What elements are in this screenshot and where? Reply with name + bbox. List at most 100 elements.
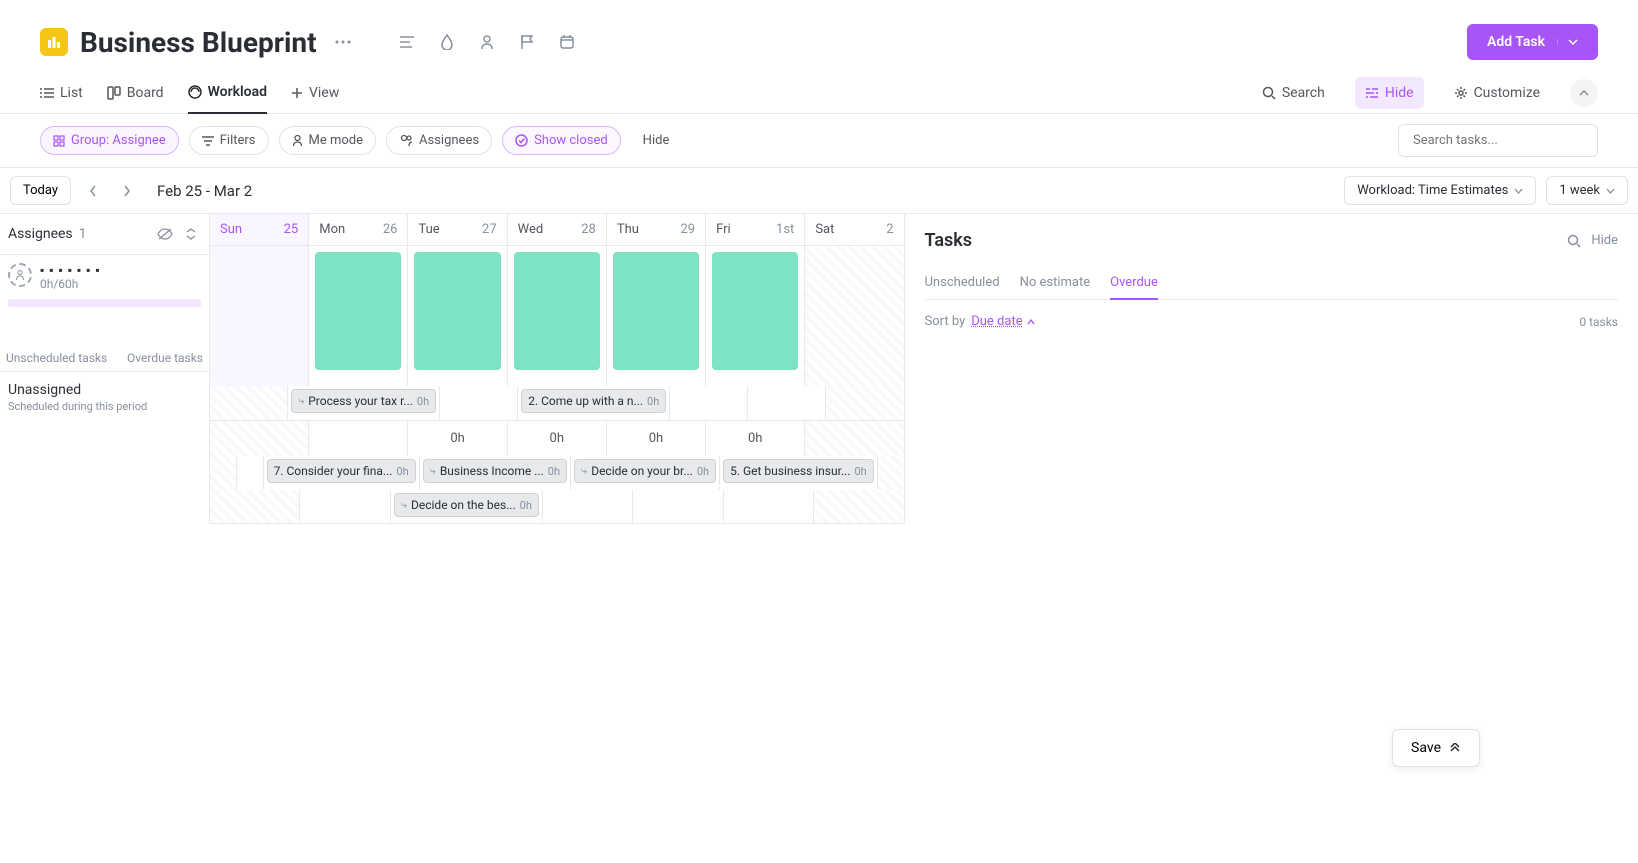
- tab-add-view[interactable]: View: [291, 73, 339, 113]
- tasks-panel-tabs: Unscheduled No estimate Overdue: [925, 267, 1619, 300]
- availability-block[interactable]: [414, 252, 500, 370]
- task-cell[interactable]: [877, 456, 904, 490]
- search-button[interactable]: Search: [1252, 77, 1335, 109]
- tab-workload[interactable]: Workload: [188, 72, 267, 114]
- calendar-icon-header[interactable]: [553, 28, 581, 56]
- availability-block[interactable]: [613, 252, 699, 370]
- task-cell[interactable]: [542, 490, 632, 523]
- day-name: Mon: [319, 222, 345, 237]
- collapse-tabs-button[interactable]: [1570, 79, 1598, 107]
- add-task-button[interactable]: Add Task: [1467, 24, 1598, 60]
- filter-group[interactable]: Group: Assignee: [40, 126, 179, 155]
- task-cell[interactable]: [825, 386, 903, 420]
- filter-show-closed[interactable]: Show closed: [502, 126, 621, 155]
- rp-tab-unscheduled[interactable]: Unscheduled: [925, 267, 1000, 299]
- task-cell[interactable]: [723, 490, 813, 523]
- filter-hide[interactable]: Hide: [631, 127, 682, 154]
- today-button[interactable]: Today: [10, 176, 71, 205]
- person-icon[interactable]: [473, 28, 501, 56]
- task-cell[interactable]: ⤷Decide on the bes...0h: [390, 490, 542, 523]
- tab-list[interactable]: List: [40, 73, 83, 113]
- sidebar-tab-overdue[interactable]: Overdue tasks: [127, 351, 203, 365]
- task-cell[interactable]: [747, 386, 825, 420]
- collapse-all-icon[interactable]: [181, 224, 201, 244]
- day-date: 26: [383, 222, 398, 237]
- water-drop-icon[interactable]: [433, 28, 461, 56]
- rp-tab-overdue[interactable]: Overdue: [1110, 267, 1158, 300]
- week-select[interactable]: 1 week: [1546, 176, 1628, 205]
- hide-panel-button[interactable]: Hide: [1591, 233, 1618, 248]
- task-card[interactable]: ⤷Business Income ...0h: [423, 459, 567, 483]
- more-options-button[interactable]: [329, 28, 357, 56]
- task-cell[interactable]: 7. Consider your fina...0h: [263, 456, 419, 490]
- day-column[interactable]: [705, 246, 804, 386]
- filter-me-mode[interactable]: Me mode: [279, 126, 377, 155]
- day-column[interactable]: [804, 246, 903, 386]
- day-header: Thu29: [606, 214, 705, 246]
- task-card[interactable]: ⤷Process your tax r...0h: [291, 389, 436, 413]
- task-hours: 0h: [854, 465, 866, 478]
- task-cell[interactable]: [210, 386, 287, 420]
- filter-filters[interactable]: Filters: [189, 126, 269, 155]
- day-column[interactable]: [210, 246, 308, 386]
- tasks-side-panel: Tasks Hide Unscheduled No estimate Overd…: [904, 214, 1638, 524]
- task-label: Decide on the bes...: [411, 498, 516, 512]
- save-button[interactable]: Save: [1392, 729, 1480, 767]
- next-week-button[interactable]: [115, 181, 139, 201]
- day-name: Tue: [418, 222, 439, 237]
- hide-button[interactable]: Hide: [1355, 77, 1424, 109]
- unassigned-header[interactable]: Unassigned: [0, 372, 209, 400]
- availability-block[interactable]: [315, 252, 401, 370]
- task-hours: 0h: [647, 395, 659, 408]
- task-card[interactable]: 2. Come up with a n...0h: [521, 389, 666, 413]
- search-icon[interactable]: [1567, 234, 1581, 248]
- workload-select[interactable]: Workload: Time Estimates: [1344, 176, 1536, 205]
- visibility-toggle-icon[interactable]: [155, 224, 175, 244]
- alignment-icon[interactable]: [393, 28, 421, 56]
- task-cell[interactable]: [299, 490, 389, 523]
- project-title: Business Blueprint: [80, 26, 317, 59]
- assignees-header: Assignees 1: [0, 214, 209, 255]
- task-label: Business Income ...: [440, 464, 544, 478]
- task-cell[interactable]: [210, 456, 236, 490]
- day-column[interactable]: [407, 246, 506, 386]
- search-tasks-input[interactable]: [1398, 124, 1598, 157]
- sidebar-tab-unscheduled[interactable]: Unscheduled tasks: [6, 351, 107, 365]
- tab-board[interactable]: Board: [107, 73, 164, 113]
- task-cell[interactable]: [210, 490, 299, 523]
- filter-assignees[interactable]: Assignees: [386, 126, 492, 155]
- task-card[interactable]: 7. Consider your fina...0h: [267, 459, 416, 483]
- day-column[interactable]: [507, 246, 606, 386]
- day-column[interactable]: [606, 246, 705, 386]
- prev-week-button[interactable]: [81, 181, 105, 201]
- availability-block[interactable]: [514, 252, 600, 370]
- task-card[interactable]: ⤷Decide on your br...0h: [574, 459, 716, 483]
- task-cell[interactable]: ⤷Business Income ...0h: [419, 456, 570, 490]
- rp-tab-noestimate[interactable]: No estimate: [1020, 267, 1091, 299]
- task-cell[interactable]: 2. Come up with a n...0h: [517, 386, 669, 420]
- task-hours: 0h: [417, 395, 429, 408]
- task-cell[interactable]: [669, 386, 747, 420]
- day-date: 2: [886, 222, 893, 237]
- task-cell[interactable]: 5. Get business insur... 0h: [719, 456, 877, 490]
- task-card[interactable]: 5. Get business insur... 0h: [723, 459, 874, 483]
- task-cell[interactable]: [813, 490, 903, 523]
- day-column[interactable]: [308, 246, 407, 386]
- task-label: 5. Get business insur...: [730, 464, 850, 478]
- hide-label: Hide: [1385, 85, 1414, 101]
- task-cell[interactable]: ⤷Process your tax r...0h: [287, 386, 439, 420]
- task-cell[interactable]: ⤷Decide on your br...0h: [570, 456, 719, 490]
- flag-icon[interactable]: [513, 28, 541, 56]
- availability-block[interactable]: [712, 252, 798, 370]
- day-name: Fri: [716, 222, 731, 237]
- customize-label: Customize: [1474, 85, 1540, 101]
- task-icon: ⤷: [401, 498, 407, 512]
- assignee-row[interactable]: ▪ ▪ ▪ ▪ ▪ ▪ ▪ 0h/60h: [0, 255, 209, 295]
- task-card[interactable]: ⤷Decide on the bes...0h: [394, 493, 539, 517]
- task-cell[interactable]: [236, 456, 263, 490]
- task-cell[interactable]: [439, 386, 517, 420]
- task-cell[interactable]: [632, 490, 722, 523]
- day-date: 25: [284, 222, 299, 237]
- sort-value-button[interactable]: Due date: [971, 314, 1034, 329]
- customize-button[interactable]: Customize: [1444, 77, 1550, 109]
